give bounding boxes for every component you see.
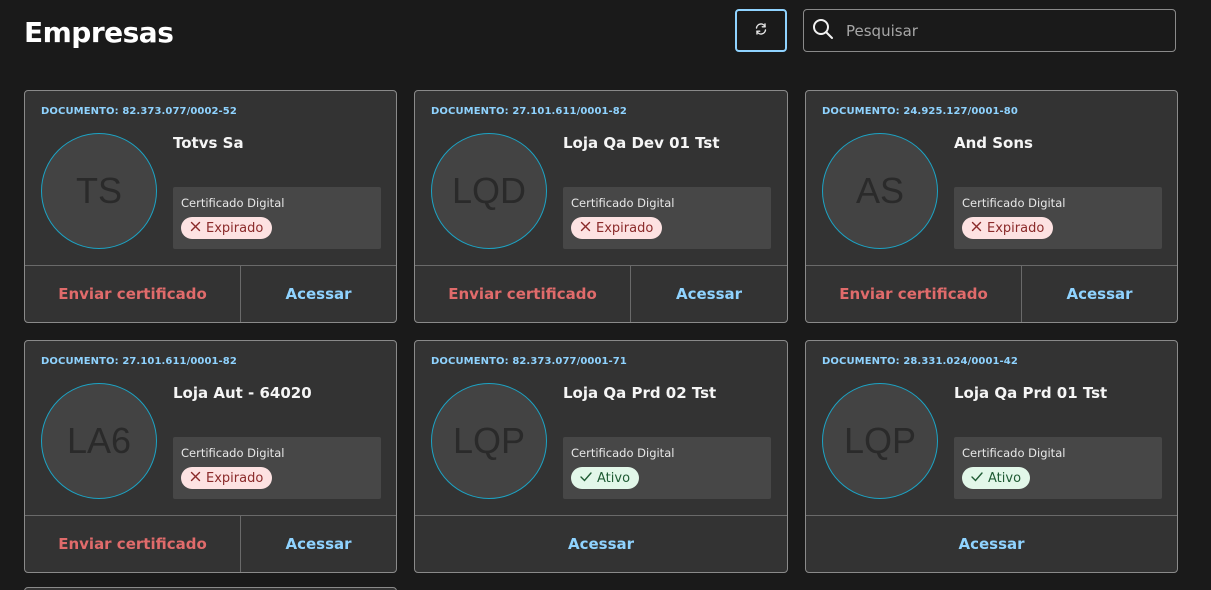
company-name: Totvs Sa — [173, 134, 244, 152]
company-card: DOCUMENTO: 28.331.024/0001-42 LQP Loja Q… — [805, 340, 1178, 573]
close-icon — [580, 221, 591, 235]
document-number: DOCUMENTO: 82.373.077/0002-52 — [41, 106, 237, 117]
status-text: Ativo — [597, 470, 631, 486]
access-button[interactable]: Acessar — [631, 266, 787, 322]
status-text: Expirado — [596, 220, 654, 236]
status-text: Expirado — [206, 220, 264, 236]
document-number: DOCUMENTO: 28.331.024/0001-42 — [822, 356, 1018, 367]
certificate-label: Certificado Digital — [962, 196, 1066, 210]
search-icon — [812, 18, 834, 44]
certificate-label: Certificado Digital — [181, 196, 285, 210]
company-name: Loja Qa Dev 01 Tst — [563, 134, 720, 152]
document-number: DOCUMENTO: 24.925.127/0001-80 — [822, 106, 1018, 117]
certificate-label: Certificado Digital — [962, 446, 1066, 460]
send-certificate-button[interactable]: Enviar certificado — [415, 266, 631, 322]
company-card: DOCUMENTO: 24.925.127/0001-80 AS And Son… — [805, 90, 1178, 323]
avatar: LQD — [431, 133, 547, 249]
certificate-box: Certificado Digital Ativo — [954, 437, 1162, 499]
send-certificate-button[interactable]: Enviar certificado — [25, 516, 241, 572]
avatar: LA6 — [41, 383, 157, 499]
refresh-button[interactable] — [735, 9, 787, 52]
status-badge: Ativo — [571, 467, 640, 489]
card-footer: Enviar certificado Acessar — [25, 265, 396, 322]
avatar: TS — [41, 133, 157, 249]
search-input[interactable] — [846, 21, 1146, 40]
company-name: Loja Aut - 64020 — [173, 384, 312, 402]
card-footer: Enviar certificado Acessar — [25, 515, 396, 572]
card-footer: Enviar certificado Acessar — [806, 265, 1177, 322]
status-badge: Ativo — [962, 467, 1031, 489]
check-icon — [971, 471, 983, 485]
send-certificate-button[interactable]: Enviar certificado — [25, 266, 241, 322]
refresh-icon — [754, 22, 768, 39]
card-footer: Acessar — [415, 515, 787, 572]
search-box — [803, 9, 1176, 52]
company-card: DOCUMENTO: 82.373.077/0001-71 LQP Loja Q… — [414, 340, 788, 573]
companies-grid: DOCUMENTO: 82.373.077/0002-52 TS Totvs S… — [24, 90, 1178, 573]
avatar: AS — [822, 133, 938, 249]
card-footer: Enviar certificado Acessar — [415, 265, 787, 322]
certificate-label: Certificado Digital — [571, 446, 675, 460]
certificate-box: Certificado Digital Expirado — [173, 187, 381, 249]
certificate-box: Certificado Digital Expirado — [173, 437, 381, 499]
certificate-label: Certificado Digital — [181, 446, 285, 460]
access-button[interactable]: Acessar — [1022, 266, 1177, 322]
access-button[interactable]: Acessar — [241, 516, 396, 572]
check-icon — [580, 471, 592, 485]
certificate-box: Certificado Digital Expirado — [954, 187, 1162, 249]
status-text: Expirado — [206, 470, 264, 486]
company-name: And Sons — [954, 134, 1033, 152]
document-number: DOCUMENTO: 82.373.077/0001-71 — [431, 356, 627, 367]
company-name: Loja Qa Prd 02 Tst — [563, 384, 717, 402]
page-title: Empresas — [24, 16, 174, 49]
status-badge: Expirado — [962, 217, 1054, 239]
access-button[interactable]: Acessar — [241, 266, 396, 322]
company-card: DOCUMENTO: 82.373.077/0002-52 TS Totvs S… — [24, 90, 397, 323]
document-number: DOCUMENTO: 27.101.611/0001-82 — [431, 106, 627, 117]
certificate-box: Certificado Digital Expirado — [563, 187, 771, 249]
company-card: DOCUMENTO: 27.101.611/0001-82 LQD Loja Q… — [414, 90, 788, 323]
avatar: LQP — [431, 383, 547, 499]
send-certificate-button[interactable]: Enviar certificado — [806, 266, 1022, 322]
status-text: Expirado — [987, 220, 1045, 236]
access-button[interactable]: Acessar — [806, 516, 1177, 572]
company-name: Loja Qa Prd 01 Tst — [954, 384, 1108, 402]
document-number: DOCUMENTO: 27.101.611/0001-82 — [41, 356, 237, 367]
close-icon — [971, 221, 982, 235]
status-badge: Expirado — [181, 217, 273, 239]
close-icon — [190, 221, 201, 235]
certificate-box: Certificado Digital Ativo — [563, 437, 771, 499]
status-text: Ativo — [988, 470, 1022, 486]
access-button[interactable]: Acessar — [415, 516, 787, 572]
avatar: LQP — [822, 383, 938, 499]
certificate-label: Certificado Digital — [571, 196, 675, 210]
close-icon — [190, 471, 201, 485]
status-badge: Expirado — [571, 217, 663, 239]
company-card: DOCUMENTO: 27.101.611/0001-82 LA6 Loja A… — [24, 340, 397, 573]
status-badge: Expirado — [181, 467, 273, 489]
card-footer: Acessar — [806, 515, 1177, 572]
